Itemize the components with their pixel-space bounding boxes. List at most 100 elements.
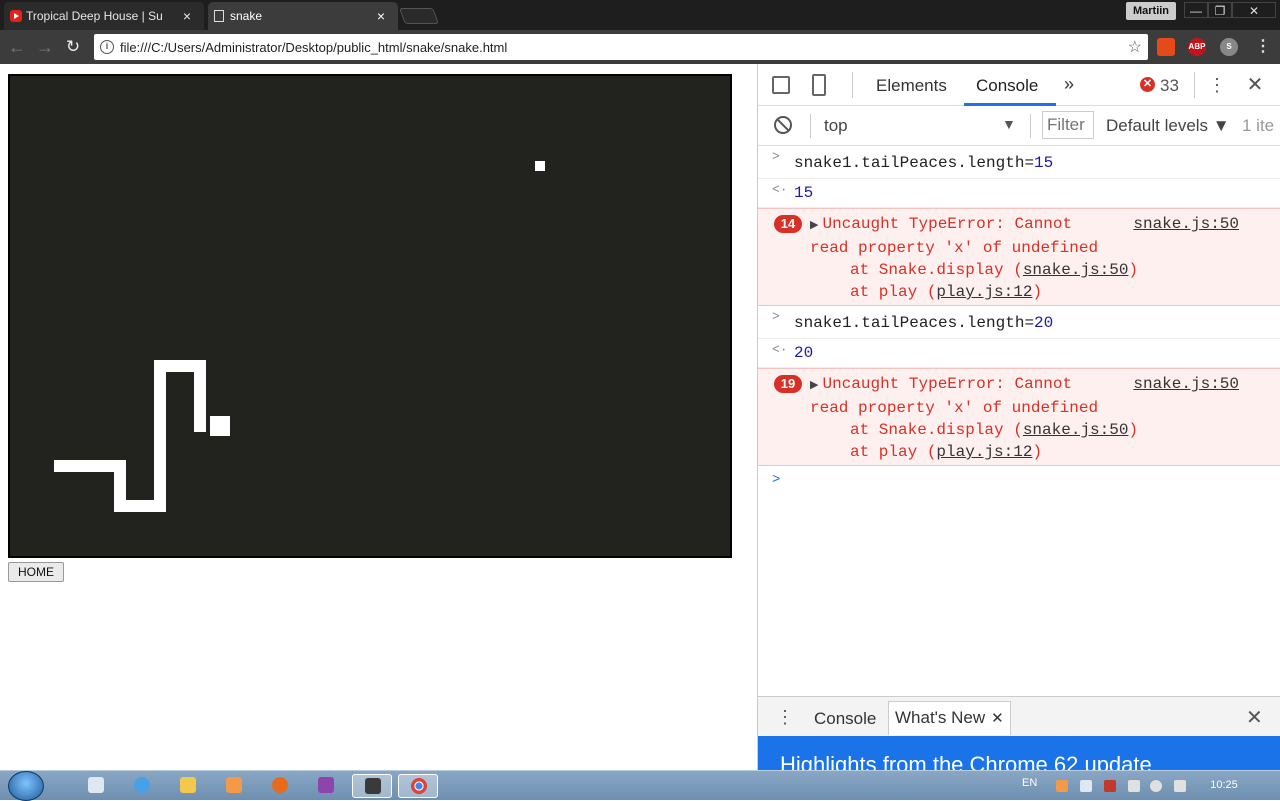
stack-link[interactable]: snake.js:50 [1023,421,1129,439]
home-button[interactable]: HOME [8,562,64,582]
windows-taskbar: EN 10:25 [0,770,1280,801]
console-prompt[interactable]: > [758,466,1280,488]
sublime-text-icon [365,778,381,794]
devtools-toolbar: Elements Console » ✕ 33 ⋮ ✕ [758,64,1280,106]
tab-snake[interactable]: snake × [208,2,398,30]
console-error-row[interactable]: 19 ▶ Uncaught TypeError: Cannot snake.js:… [758,368,1280,466]
page-icon [214,10,224,22]
error-count[interactable]: 33 [1160,76,1179,96]
media-player-icon [226,777,242,793]
device-toolbar-icon[interactable] [812,74,826,96]
adblock-extension-icon[interactable]: ABP [1188,38,1206,56]
stack-text: at Snake.display ( [850,261,1023,279]
chevron-down-icon[interactable]: ▼ [1002,116,1016,132]
inspect-element-icon[interactable] [772,76,790,94]
toolbar-divider [1194,72,1195,98]
taskbar-ie[interactable] [122,774,162,798]
back-button[interactable]: ← [6,36,28,58]
winrar-icon [318,777,334,793]
close-tab-icon[interactable]: × [180,8,194,24]
clear-console-icon[interactable] [774,116,792,134]
volume-icon[interactable] [1150,780,1162,792]
maximize-button[interactable]: ❐ [1208,2,1232,18]
bookmark-star-icon[interactable]: ☆ [1128,37,1142,57]
stack-line: at Snake.display (snake.js:50) [850,261,1139,279]
close-icon[interactable]: ✕ [991,710,1004,727]
info-icon[interactable]: i [100,40,114,54]
close-tab-icon[interactable]: × [374,8,388,24]
tray-app-icon[interactable] [1080,780,1092,792]
close-devtools-icon[interactable]: ✕ [1244,74,1266,96]
taskbar-notepad[interactable] [76,774,116,798]
log-levels-select[interactable]: Default levels ▼ [1106,116,1230,136]
browser-toolbar: ← → ↻ i file:///C:/Users/Administrator/D… [0,30,1280,64]
tray-security-icon[interactable] [1104,780,1116,792]
tray-app-icon[interactable] [1056,780,1068,792]
office-extension-icon[interactable] [1157,38,1175,56]
more-tabs-icon[interactable]: » [1064,74,1074,95]
filter-input[interactable] [1042,111,1094,139]
error-source-link[interactable]: snake.js:50 [1133,373,1239,395]
action-center-flag-icon[interactable] [1174,780,1186,792]
taskbar-firefox[interactable] [260,774,300,798]
stack-text: at Snake.display ( [850,421,1023,439]
devtools-menu-icon[interactable]: ⋮ [1206,74,1228,96]
stack-line: at Snake.display (snake.js:50) [850,421,1139,439]
ie-icon [134,777,150,793]
result-arrow-icon: <· [772,342,788,357]
language-indicator[interactable]: EN [1022,777,1037,789]
taskbar-winrar[interactable] [306,774,346,798]
close-drawer-icon[interactable]: ✕ [1246,705,1263,730]
drawer-tab-whats-new[interactable]: What's New ✕ [888,701,1011,735]
taskbar-chrome[interactable] [398,774,438,798]
address-bar[interactable]: i file:///C:/Users/Administrator/Desktop… [94,34,1148,60]
taskbar-media[interactable] [214,774,254,798]
start-button[interactable] [8,771,44,801]
clock[interactable]: 10:25 [1204,779,1244,791]
error-source-link[interactable]: snake.js:50 [1133,213,1239,235]
command-value: 20 [1034,314,1054,332]
taskbar-sublime[interactable] [352,774,392,798]
drawer-tab-bar: ⋮ Console What's New ✕ ✕ [758,696,1280,736]
toolbar-divider [852,72,853,98]
stack-text: at play ( [850,443,937,461]
snake-tail [54,460,126,472]
error-message-cont: read property 'x' of undefined [810,399,1099,417]
stack-link[interactable]: play.js:12 [936,443,1032,461]
console-filter-bar: top ▼ Default levels ▼ 1 ite [758,106,1280,146]
game-canvas[interactable] [8,74,732,558]
error-icon[interactable]: ✕ [1140,77,1155,92]
command-value: 15 [1034,154,1054,172]
close-window-button[interactable]: ✕ [1232,2,1276,18]
chrome-icon [411,778,427,794]
drawer-tab-console[interactable]: Console [814,709,876,729]
stack-line: at play (play.js:12) [850,283,1043,301]
reload-button[interactable]: ↻ [62,36,84,58]
stack-link[interactable]: play.js:12 [936,283,1032,301]
new-tab-button[interactable] [399,8,439,24]
error-message: Uncaught TypeError: Cannot [822,215,1073,233]
network-icon[interactable] [1128,780,1140,792]
taskbar-explorer[interactable] [168,774,208,798]
expand-triangle-icon[interactable]: ▶ [810,380,818,392]
food-pellet [535,161,545,171]
drawer-menu-icon[interactable]: ⋮ [776,707,794,728]
console-error-row[interactable]: 14 ▶ Uncaught TypeError: Cannot snake.js:… [758,208,1280,306]
chrome-menu-icon[interactable]: ⋮ [1254,38,1272,56]
stack-text: at play ( [850,283,937,301]
stack-line: at play (play.js:12) [850,443,1043,461]
skype-extension-icon[interactable]: S [1220,38,1238,56]
error-message-cont: read property 'x' of undefined [810,239,1099,257]
tab-youtube[interactable]: Tropical Deep House | Su × [4,2,204,30]
minimize-button[interactable]: — [1184,2,1208,18]
context-select[interactable]: top [824,116,848,136]
tab-elements[interactable]: Elements [876,76,947,96]
console-result-row: <· 15 [758,179,1280,208]
profile-button[interactable]: Martiin [1126,2,1176,20]
error-repeat-badge: 19 [774,375,802,393]
stack-link[interactable]: snake.js:50 [1023,261,1129,279]
url-text[interactable]: file:///C:/Users/Administrator/Desktop/p… [120,40,1128,55]
forward-button[interactable]: → [34,36,56,58]
tab-console[interactable]: Console [976,76,1038,96]
expand-triangle-icon[interactable]: ▶ [810,220,818,232]
